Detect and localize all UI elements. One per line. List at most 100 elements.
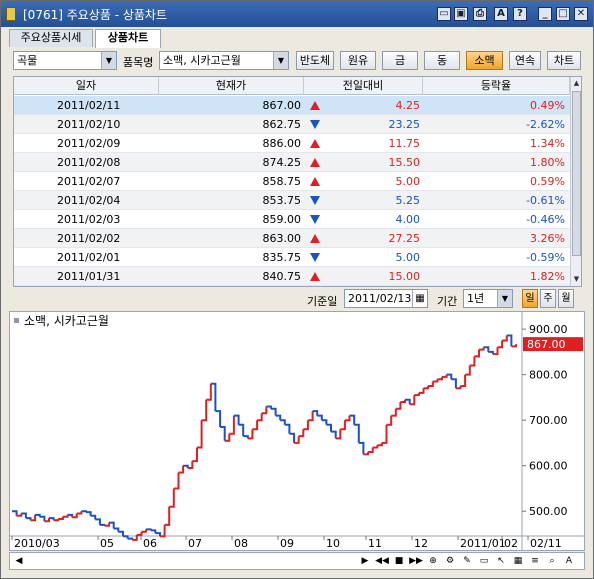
product-button-1[interactable]: 원유: [340, 51, 376, 70]
up-arrow-icon: [310, 234, 320, 243]
change-cell: 15.50: [388, 156, 421, 169]
window-icon[interactable]: ▣: [454, 7, 468, 21]
font-icon[interactable]: A: [494, 7, 508, 21]
price-step-segment: [354, 423, 360, 443]
play-icon[interactable]: ▶: [358, 554, 372, 568]
x-tick-label: 11: [368, 537, 382, 550]
chevron-down-icon[interactable]: ▼: [101, 52, 116, 69]
minimize-icon[interactable]: _: [538, 7, 552, 21]
print-icon[interactable]: ⎙: [473, 7, 487, 21]
legend-marker: [14, 318, 19, 323]
change-cell: 4.00: [395, 213, 421, 226]
price-step-segment: [428, 381, 434, 387]
down-arrow-icon: [310, 215, 320, 224]
price-step-segment: [206, 383, 212, 401]
product-button-2[interactable]: 금: [382, 51, 418, 70]
chevron-down-icon[interactable]: ▼: [497, 290, 512, 307]
price-step-segment: [25, 517, 32, 521]
window-icon[interactable]: ▭: [477, 554, 491, 568]
period-button-1[interactable]: 주: [540, 289, 556, 308]
chevron-down-icon[interactable]: ▼: [273, 52, 288, 69]
rate-cell: -0.61%: [526, 194, 565, 207]
price-step-segment: [127, 537, 134, 540]
product-button-0[interactable]: 반도체: [296, 51, 334, 70]
price-step-segment: [99, 523, 106, 526]
scroll-left-icon[interactable]: ◀: [12, 554, 26, 568]
price-step-segment: [368, 447, 374, 453]
rewind-icon[interactable]: ◀◀: [375, 554, 389, 568]
y-tick-label: 800.00: [529, 369, 568, 382]
price-step-segment: [123, 535, 129, 539]
product-button-4[interactable]: 소맥: [466, 51, 503, 70]
forward-icon[interactable]: ▶▶: [409, 554, 423, 568]
period-select[interactable]: 1년 ▼: [463, 289, 513, 308]
table-scrollbar[interactable]: ▲ ▼: [570, 77, 581, 286]
scroll-thumb[interactable]: [572, 91, 581, 256]
price-step-segment: [377, 442, 383, 447]
table-row[interactable]: 2011/02/08 874.25 15.50 1.80%: [14, 153, 570, 172]
price-cell: 840.75: [262, 270, 302, 283]
price-step-segment: [289, 432, 296, 443]
product-button-5[interactable]: 연속: [509, 51, 541, 70]
price-step-segment: [423, 386, 430, 390]
table-row[interactable]: 2011/01/31 840.75 15.00 1.82%: [14, 267, 570, 286]
table-row[interactable]: 2011/02/10 862.75 23.25 -2.62%: [14, 115, 570, 134]
table-row[interactable]: 2011/02/01 835.75 5.00 -0.59%: [14, 248, 570, 267]
product-button-6[interactable]: 차트: [547, 51, 581, 70]
tab-main-prices[interactable]: 주요상품시세: [9, 29, 93, 47]
zoom-in-icon[interactable]: ⊕: [426, 554, 440, 568]
table-row[interactable]: 2011/02/09 886.00 11.75 1.34%: [14, 134, 570, 153]
product-button-3[interactable]: 동: [424, 51, 460, 70]
close-icon[interactable]: ✕: [574, 7, 588, 21]
text-icon[interactable]: A: [562, 554, 576, 568]
grid-icon[interactable]: ▦: [511, 554, 525, 568]
zoom-icon[interactable]: ⌕: [545, 554, 559, 568]
price-step-segment: [437, 376, 443, 381]
scroll-up-icon[interactable]: ▲: [571, 77, 581, 89]
tab-commodity-chart[interactable]: 상품차트: [95, 29, 161, 48]
scroll-down-icon[interactable]: ▼: [571, 273, 581, 285]
calendar-icon[interactable]: ▦: [412, 290, 427, 307]
list-icon[interactable]: ≡: [528, 554, 542, 568]
column-header-change[interactable]: 전일대비: [304, 77, 423, 95]
price-step-segment: [215, 410, 222, 427]
calculator-icon[interactable]: ▭: [437, 7, 451, 21]
price-step-segment: [192, 447, 198, 463]
price-step-segment: [479, 347, 485, 351]
settings-icon[interactable]: ⚙: [443, 554, 457, 568]
date-cell: 2011/02/02: [57, 232, 121, 245]
price-step-segment: [201, 399, 208, 422]
table-row[interactable]: 2011/02/02 863.00 27.25 3.26%: [14, 229, 570, 248]
price-step-segment: [502, 335, 508, 342]
column-header-price[interactable]: 현재가: [159, 77, 304, 95]
price-step-segment: [391, 408, 397, 417]
price-step-segment: [136, 531, 143, 536]
column-header-date[interactable]: 일자: [14, 77, 159, 95]
table-row[interactable]: 2011/02/07 858.75 5.00 0.59%: [14, 172, 570, 191]
date-cell: 2011/02/07: [57, 175, 121, 188]
tool-icon[interactable]: ✎: [460, 554, 474, 568]
base-date-field[interactable]: 2011/02/13 ▦: [344, 289, 428, 308]
category-select[interactable]: 곡물 ▼: [13, 51, 117, 70]
column-header-rate[interactable]: 등락율: [423, 77, 570, 95]
table-row[interactable]: 2011/02/11 867.00 4.25 0.49%: [14, 96, 570, 115]
title-bar[interactable]: [0761] 주요상품 - 상품차트 ▭ ▣ ⎙ A? _ □ ✕: [1, 1, 593, 27]
stop-icon[interactable]: ■: [392, 554, 406, 568]
maximize-icon[interactable]: □: [556, 7, 570, 21]
chart-navigation-bar: ◀ ▶ ◀◀ ■ ▶▶ ⊕ ⚙ ✎ ▭ ↖ ▦ ≡ ⌕ A: [9, 552, 585, 570]
price-step-segment: [358, 441, 365, 455]
item-select[interactable]: 소맥, 시카고근월 ▼: [159, 51, 289, 70]
period-button-2[interactable]: 월: [558, 289, 574, 308]
price-step-segment: [243, 435, 249, 439]
rate-cell: -0.46%: [526, 213, 565, 226]
help-icon[interactable]: ?: [513, 7, 527, 21]
table-row[interactable]: 2011/02/04 853.75 5.25 -0.61%: [14, 191, 570, 210]
rate-cell: 0.49%: [530, 99, 565, 112]
table-row[interactable]: 2011/02/03 859.00 4.00 -0.46%: [14, 210, 570, 229]
price-step-segment: [178, 465, 185, 474]
period-button-0[interactable]: 일: [522, 289, 538, 308]
arrow-icon[interactable]: ↖: [494, 554, 508, 568]
period-value: 1년: [467, 292, 485, 305]
price-cell: 862.75: [262, 118, 302, 131]
x-tick-label: 2011/01: [460, 537, 506, 550]
